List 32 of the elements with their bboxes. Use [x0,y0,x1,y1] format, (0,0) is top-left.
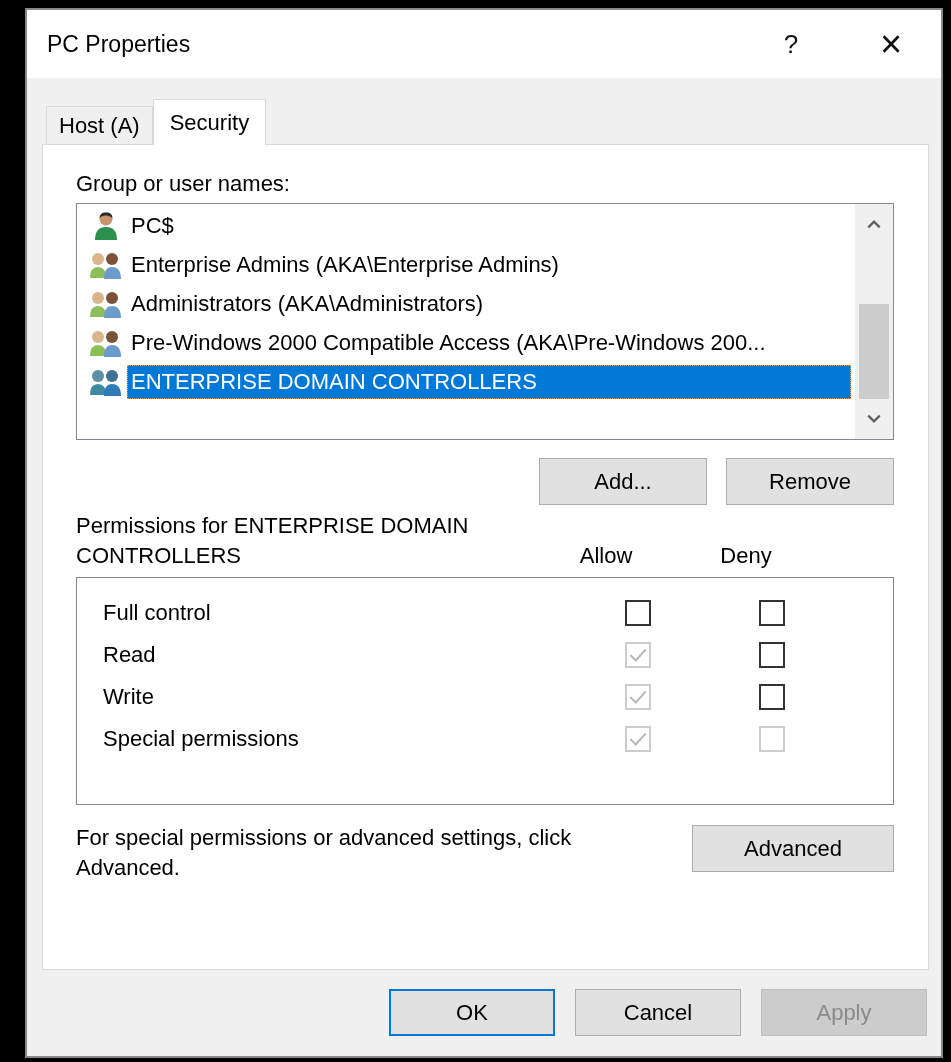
checkbox[interactable] [759,684,786,710]
column-header: Deny [719,542,773,570]
remove-button[interactable]: Remove [726,458,894,505]
scrollbar[interactable] [855,204,893,439]
close-button[interactable]: × [841,14,941,74]
tab[interactable]: Security [152,99,267,145]
window-title: PC Properties [47,30,192,58]
list-item[interactable]: PC$ [127,208,178,243]
list-item[interactable]: Administrators (AKA\Administrators) [127,286,488,321]
checkbox[interactable] [625,600,652,626]
dialog-button[interactable]: OK [389,989,555,1036]
scroll-down-icon[interactable] [866,413,882,425]
permissions-label: Permissions for ENTERPRISE DOMAIN CONTROLLERS [76,512,470,570]
dialog-button[interactable]: Cancel [575,989,741,1036]
tab[interactable]: Host (A) [46,106,153,144]
permission-name: Write [103,684,155,710]
advanced-hint: For special permissions or advanced settings, click Advanced. [76,824,573,882]
add-button[interactable]: Add... [539,458,707,505]
list-item[interactable]: ENTERPRISE DOMAIN CONTROLLERS [127,364,851,399]
permission-name: Full control [103,600,212,626]
column-header: Allow [578,542,634,570]
scroll-up-icon[interactable] [866,218,882,230]
permission-name: Special permissions [103,726,300,752]
checkbox[interactable] [759,600,786,626]
principal-list[interactable]: PC$ Enterprise Admins (AKA\Enterprise Admins) Administrators (AKA\Administrators) Pre-Windows 2000 Compatible Access (AKA\Pre-Windows 200... ENTERPRISE DOMAIN CONTROLLERS [76,203,894,440]
checkbox[interactable] [759,642,786,668]
advanced-button[interactable]: Advanced [692,825,894,872]
list-item[interactable]: Enterprise Admins (AKA\Enterprise Admins) [127,247,563,282]
list-item[interactable]: Pre-Windows 2000 Compatible Access (AKA\Pre-Windows 200... [127,325,770,360]
help-button[interactable]: ? [741,14,841,74]
permission-name: Read [103,642,157,668]
names-label: Group or user names: [76,170,291,198]
